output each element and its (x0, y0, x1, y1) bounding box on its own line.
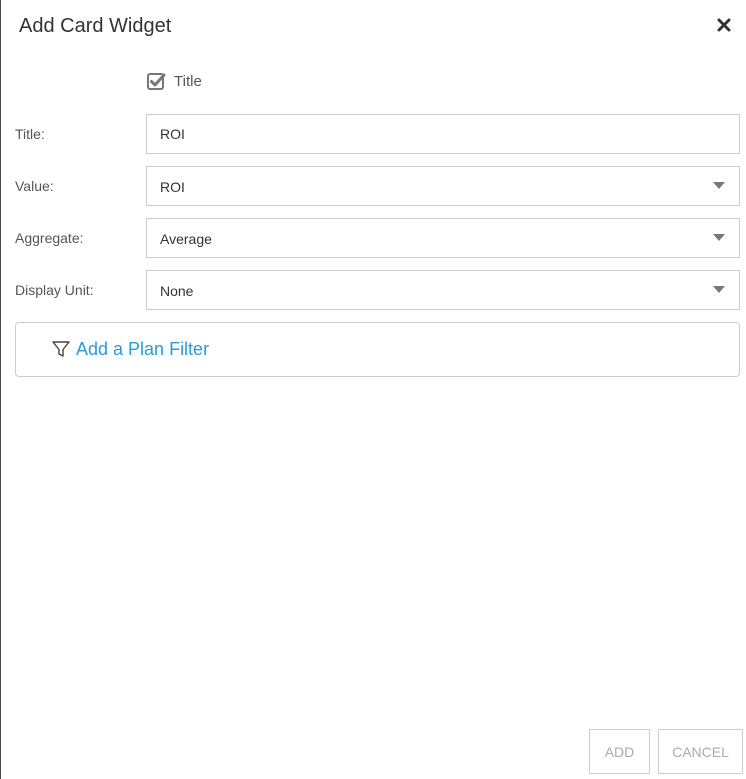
close-button[interactable] (711, 12, 737, 38)
aggregate-label: Aggregate: (15, 230, 84, 246)
close-icon (717, 18, 731, 32)
title-toggle-label: Title (174, 73, 202, 90)
cancel-button[interactable]: CANCEL (658, 729, 743, 774)
value-row: Value: ROI (15, 166, 740, 206)
add-card-widget-dialog: Add Card Widget Title Title: Value: ROI … (0, 0, 745, 779)
title-row: Title: (15, 114, 740, 154)
display-unit-select-value: None (160, 283, 194, 299)
display-unit-label: Display Unit: (15, 282, 94, 298)
add-plan-filter-link[interactable]: Add a Plan Filter (52, 323, 209, 376)
title-label: Title: (15, 126, 45, 142)
dialog-title: Add Card Widget (19, 15, 172, 37)
value-select-value: ROI (160, 179, 185, 195)
plan-filter-panel: Add a Plan Filter (15, 322, 740, 377)
filter-icon (52, 341, 70, 357)
caret-down-icon (713, 234, 725, 241)
title-input[interactable] (146, 114, 740, 154)
display-unit-row: Display Unit: None (15, 270, 740, 310)
checkbox-checked-icon (147, 72, 166, 91)
aggregate-row: Aggregate: Average (15, 218, 740, 258)
caret-down-icon (713, 286, 725, 293)
add-plan-filter-label: Add a Plan Filter (76, 339, 210, 359)
aggregate-select[interactable]: Average (146, 218, 740, 258)
title-toggle-checkbox[interactable]: Title (147, 72, 202, 91)
caret-down-icon (713, 182, 725, 189)
aggregate-select-value: Average (160, 231, 212, 247)
add-button[interactable]: ADD (589, 729, 650, 774)
value-select[interactable]: ROI (146, 166, 740, 206)
value-label: Value: (15, 178, 54, 194)
display-unit-select[interactable]: None (146, 270, 740, 310)
